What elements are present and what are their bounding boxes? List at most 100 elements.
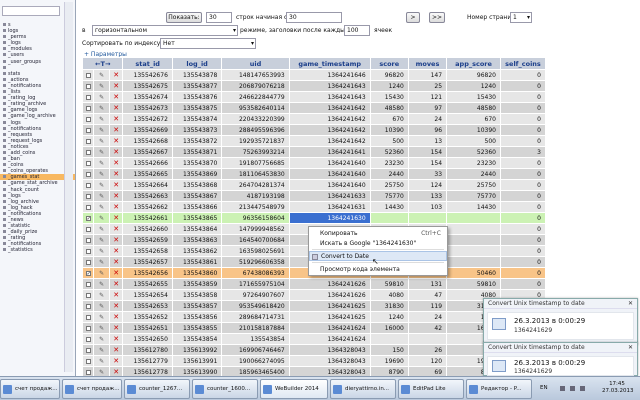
- table-cell[interactable]: 48580: [446, 102, 501, 114]
- table-row[interactable]: ✎✕13554266113554386596356158604136424163…: [81, 212, 546, 224]
- show-button[interactable]: Показать:: [166, 12, 202, 23]
- table-cell[interactable]: 289684714731: [221, 311, 290, 323]
- table-cell[interactable]: 96: [407, 124, 448, 136]
- table-cell[interactable]: 0: [500, 201, 546, 213]
- table-row[interactable]: ✎ ✕ 135542664 135543868 264704281374 13642416…: [81, 179, 546, 191]
- table-row[interactable]: ✎ ✕ 135542676 135543878 148147653993 13642416…: [81, 69, 546, 81]
- table-cell[interactable]: 0: [500, 190, 546, 202]
- table-cell[interactable]: 135542650: [122, 333, 173, 345]
- table-row[interactable]: ✎ ✕ 135542669 135543873 288495596396 13642416…: [81, 124, 546, 136]
- table-cell[interactable]: 135542654: [122, 289, 173, 301]
- table-cell[interactable]: 135543872: [171, 135, 223, 147]
- delete-icon[interactable]: ✕: [108, 366, 124, 376]
- table-cell[interactable]: 1240: [369, 311, 409, 323]
- row-checkbox[interactable]: [81, 256, 95, 268]
- table-row[interactable]: ✎ ✕ 135612779 135613991 190066274095 13643280…: [81, 355, 546, 367]
- edit-icon[interactable]: ✎: [93, 256, 110, 268]
- table-cell[interactable]: 210158187884: [221, 322, 290, 334]
- delete-icon[interactable]: ✕: [108, 234, 124, 246]
- table-cell[interactable]: 135543875: [171, 102, 223, 114]
- delete-icon[interactable]: ✕: [108, 344, 124, 356]
- table-cell[interactable]: 97: [407, 102, 448, 114]
- taskbar-button[interactable]: counter_1267...: [124, 379, 190, 399]
- display-mode-select[interactable]: горизонтальном: [92, 25, 238, 36]
- table-cell[interactable]: 135543863: [171, 234, 223, 246]
- table-cell[interactable]: 135542658: [122, 245, 173, 257]
- table-row[interactable]: ✎✕13554265013554385413554385413642416240: [81, 333, 546, 345]
- table-cell[interactable]: 164540700684: [221, 234, 290, 246]
- table-cell[interactable]: 135542672: [122, 113, 173, 125]
- table-cell[interactable]: 23230: [446, 157, 501, 169]
- delete-icon[interactable]: ✕: [108, 135, 124, 147]
- edit-icon[interactable]: ✎: [93, 289, 110, 301]
- table-cell[interactable]: 1364241624: [288, 322, 371, 334]
- edit-icon[interactable]: ✎: [93, 124, 110, 136]
- table-cell[interactable]: 23230: [369, 157, 409, 169]
- table-cell[interactable]: 135613991: [171, 355, 223, 367]
- table-cell[interactable]: 192935721837: [221, 135, 290, 147]
- table-cell[interactable]: 135543871: [171, 146, 223, 158]
- table-cell[interactable]: 10390: [369, 124, 409, 136]
- table-cell[interactable]: 52360: [446, 146, 501, 158]
- table-cell[interactable]: 135543858: [171, 289, 223, 301]
- table-cell[interactable]: 1364241640: [288, 179, 371, 191]
- table-cell[interactable]: [446, 212, 501, 224]
- row-checkbox[interactable]: [81, 201, 95, 213]
- table-cell[interactable]: 135612778: [122, 366, 173, 376]
- table-cell[interactable]: 135543873: [171, 124, 223, 136]
- table-cell[interactable]: 1364241643: [288, 80, 371, 92]
- table-cell[interactable]: 0: [500, 135, 546, 147]
- table-row[interactable]: ✎ ✕ 135542662 135543866 213447548979 13642416…: [81, 201, 546, 213]
- table-cell[interactable]: 670: [446, 113, 501, 125]
- table-cell[interactable]: 0: [500, 234, 546, 246]
- table-cell[interactable]: 163598025691: [221, 245, 290, 257]
- table-cell[interactable]: 147999948562: [221, 223, 290, 235]
- volume-icon[interactable]: [580, 386, 585, 391]
- close-icon[interactable]: ✕: [628, 299, 633, 309]
- table-cell[interactable]: 135543854: [171, 333, 223, 345]
- delete-icon[interactable]: ✕: [108, 300, 124, 312]
- edit-icon[interactable]: ✎: [93, 245, 110, 257]
- table-cell[interactable]: 135613990: [171, 366, 223, 376]
- table-cell[interactable]: 52360: [369, 146, 409, 158]
- delete-icon[interactable]: ✕: [108, 267, 124, 279]
- table-cell[interactable]: 135543860: [171, 267, 223, 279]
- table-cell[interactable]: 1364241642: [288, 113, 371, 125]
- row-checkbox[interactable]: [81, 278, 95, 290]
- row-checkbox[interactable]: [81, 168, 95, 180]
- table-row[interactable]: ✎ ✕ 135542665 135543869 181106453830 13642416…: [81, 168, 546, 180]
- table-cell[interactable]: 24: [407, 113, 448, 125]
- table-cell[interactable]: 1364241640: [288, 157, 371, 169]
- table-cell[interactable]: 135543874: [171, 113, 223, 125]
- table-row[interactable]: ✎ ✕ 135542675 135543877 206879076218 13642416…: [81, 80, 546, 92]
- table-cell[interactable]: 135542663: [122, 190, 173, 202]
- table-row[interactable]: ✎ ✕ 135612780 135613992 169906746467 13643280…: [81, 344, 546, 356]
- col-header-uid[interactable]: uid: [221, 57, 290, 70]
- context-menu-item[interactable]: Просмотр кода элемента: [309, 265, 447, 275]
- table-cell[interactable]: 135542669: [122, 124, 173, 136]
- table-cell[interactable]: 0: [500, 124, 546, 136]
- delete-icon[interactable]: ✕: [108, 212, 124, 224]
- edit-icon[interactable]: ✎: [93, 344, 110, 356]
- table-cell[interactable]: 19690: [369, 355, 409, 367]
- table-cell[interactable]: 0: [500, 157, 546, 169]
- table-cell[interactable]: 135542653: [122, 300, 173, 312]
- table-cell[interactable]: 1240: [369, 80, 409, 92]
- table-cell[interactable]: 14430: [369, 201, 409, 213]
- table-row[interactable]: ✎ ✕ 135542673 135543875 953582640114 13642416…: [81, 102, 546, 114]
- table-cell[interactable]: [446, 223, 501, 235]
- delete-icon[interactable]: ✕: [108, 223, 124, 235]
- table-cell[interactable]: 135542674: [122, 91, 173, 103]
- table-cell[interactable]: 47: [407, 289, 448, 301]
- table-cell[interactable]: 69: [407, 366, 448, 376]
- table-cell[interactable]: 185963465400: [221, 366, 290, 376]
- table-cell[interactable]: 135543877: [171, 80, 223, 92]
- row-checkbox[interactable]: [81, 80, 95, 92]
- table-cell[interactable]: 0: [500, 223, 546, 235]
- row-checkbox[interactable]: [81, 146, 95, 158]
- table-cell[interactable]: 181106453830: [221, 168, 290, 180]
- close-icon[interactable]: ✕: [628, 343, 633, 353]
- edit-icon[interactable]: ✎: [93, 157, 110, 169]
- table-cell[interactable]: 1364328043: [288, 344, 371, 356]
- row-arrows-header[interactable]: ←T→: [81, 57, 124, 70]
